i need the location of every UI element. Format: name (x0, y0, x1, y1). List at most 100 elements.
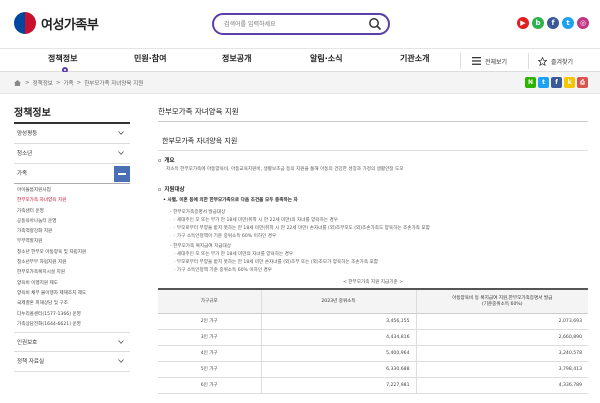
sidebar-item-policy-library[interactable]: 정책 자료실 (14, 352, 130, 373)
table-row: 5인 가구 6,330,688 3,798,413 (158, 361, 588, 378)
sidebar-item-label: 인권보호 (17, 340, 38, 347)
target-line: · 세대주인 모 또는 부가 만 18세 미만의 자녀를 양육하는 경우 (174, 252, 294, 257)
sidebar-subitem[interactable]: 양육비 채무 불이행자 제재조치 제도 (17, 289, 130, 299)
table-cell: 3,240,578 (415, 345, 588, 362)
sidebar-subitem[interactable]: 청소년부부 자립지원 지원 (17, 258, 130, 268)
sidebar-subitem[interactable]: 공동육아나눔터 운영 (17, 217, 130, 227)
breadcrumb-separator: > (55, 80, 61, 86)
main-navigation: 정책정보 민원·참여 정보공개 알림·소식 기관소개 전체보기 즐겨찾기 (0, 48, 600, 73)
search-input[interactable] (224, 18, 364, 30)
sidebar-subitem[interactable]: 양육비 이행지원 제도 (17, 279, 130, 289)
table-cell: 2인 가구 (158, 313, 261, 330)
all-menu-label: 전체보기 (485, 58, 508, 66)
breadcrumb-item[interactable]: 가족 (63, 79, 73, 87)
youtube-icon[interactable]: ▶ (517, 17, 529, 29)
sidebar-subitem[interactable]: 한부모가족 자녀양육 지원 (17, 196, 130, 206)
logo-text: 여성가족부 (41, 17, 99, 33)
share-tools: Nt f k ⎙ (523, 77, 588, 88)
sidebar-item-gender-equality[interactable]: 양성평등 (14, 124, 130, 144)
hamburger-icon (472, 57, 481, 65)
support-criteria-table: 가구규모 2023년 중위소득 아동양육비 등 복지급여 지원,한부모가족증명서… (158, 288, 588, 394)
table-cell: 2,660,890 (415, 329, 588, 346)
breadcrumb: > 정책정보 > 가족 > 한부모가족 자녀양육 지원 (14, 79, 146, 87)
table-cell: 6,330,688 (260, 361, 416, 378)
gnb-policy-info[interactable]: 정책정보 (48, 53, 77, 64)
twitter-share-icon[interactable]: t (538, 77, 549, 88)
sidebar-item-youth[interactable]: 청소년 (14, 144, 130, 164)
sidebar-item-label: 정책 자료실 (17, 359, 45, 366)
blog-icon[interactable]: b (532, 17, 544, 29)
facebook-share-icon[interactable]: f (551, 77, 562, 88)
column-header: 가구규모 (158, 288, 261, 314)
favorites-button[interactable]: 즐겨찾기 (538, 49, 573, 73)
table-row: 6인 가구 7,227,981 4,336,789 (158, 377, 588, 394)
home-icon[interactable] (14, 80, 21, 86)
section-title: 한부모가족 자녀양육 지원 (162, 137, 238, 145)
sidebar-subitem[interactable]: 가족센터 운영 (17, 207, 130, 217)
divider (158, 150, 588, 151)
chevron-down-icon (118, 151, 124, 155)
site-header: 여성가족부 ▶bft◎ (0, 0, 600, 48)
table-row: 2인 가구 3,456,155 2,073,693 (158, 313, 588, 330)
facebook-icon[interactable]: f (547, 17, 559, 29)
target-line: · 부모로부터 부양을 받지 못하는 만 18세 미만 손자녀를 (외)조부 또… (174, 260, 378, 265)
table-cell: 3,798,413 (415, 361, 588, 378)
column-header: 2023년 중위소득 (260, 288, 416, 314)
table-row: 3인 가구 4,434,816 2,660,890 (158, 329, 588, 346)
overview-heading: 개요 (158, 156, 174, 164)
chevron-down-icon (118, 131, 124, 135)
sidebar-subitem[interactable]: 국제결혼 피해상담 및 구조 (17, 299, 130, 309)
sidebar-item-human-rights[interactable]: 인권보호 (14, 332, 130, 353)
sidebar-subitem[interactable]: 한부모가족복지시설 지원 (17, 268, 130, 278)
table-cell: 2,073,693 (415, 313, 588, 330)
overview-text: 저소득 한부모가족에 아동양육비, 아동교육지원비, 생활보조금 등의 지원을 … (166, 167, 404, 172)
gnb-information-disclosure[interactable]: 정보공개 (222, 53, 251, 64)
table-cell: 4,336,789 (415, 377, 588, 394)
table-cell: 4인 가구 (158, 345, 261, 362)
column-header: 아동양육비 등 복지급여 지원,한부모가족증명서 발급 (기준중위소득 60%) (415, 288, 588, 314)
table-cell: 3인 가구 (158, 329, 261, 346)
breadcrumb-separator: > (76, 80, 82, 86)
sidebar-title: 정책정보 (14, 108, 51, 119)
divider (158, 121, 588, 122)
all-menu-button[interactable]: 전체보기 (472, 49, 507, 73)
sidebar-subitem[interactable]: 아이돌봄지원사업 (17, 186, 130, 196)
gnb-about[interactable]: 기관소개 (400, 53, 429, 64)
target-line: · 부모로부터 부양을 받지 못하는 만 18세 미만(취학 시 만 22세 미… (174, 226, 430, 231)
target-intro: • 사별, 이혼 등에 의한 한부모가족으로 다음 조건을 모두 충족하는 자 (163, 198, 298, 203)
social-links: ▶ b f t ◎ (514, 17, 589, 29)
gnb-news[interactable]: 알림·소식 (310, 53, 342, 64)
twitter-icon[interactable]: t (562, 17, 574, 29)
breadcrumb-item[interactable]: 정책정보 (33, 79, 53, 87)
instagram-icon[interactable]: ◎ (577, 17, 589, 29)
sidebar-submenu: 아이돌봄지원사업 한부모가족 자녀양육 지원 가족센터 운영 공동육아나눔터 운영 가족… (14, 184, 130, 332)
site-logo[interactable]: 여성가족부 (14, 12, 99, 34)
target-line: - 한부모가족 복지급여 지급대상 (170, 244, 231, 249)
target-line: · 가구 소득인정액이 기준 중위소득 60% 이하인 경우 (174, 234, 277, 239)
sidebar-item-label: 청소년 (17, 151, 33, 157)
location-bar: > 정책정보 > 가족 > 한부모가족 자녀양육 지원 Nt f k ⎙ (0, 72, 600, 94)
table-caption: < 한부모가족 지원 지급기준 > (342, 280, 404, 285)
sidebar-subitem[interactable]: 가족역량강화 지원 (17, 227, 130, 237)
gnb-civil-participation[interactable]: 민원·참여 (134, 53, 166, 64)
print-icon[interactable]: ⎙ (577, 77, 588, 88)
sidebar-subitem[interactable]: 다누리콜센터(1577-1366) 운영 (17, 310, 130, 320)
search-icon[interactable] (368, 17, 382, 31)
collapse-icon[interactable] (114, 166, 130, 182)
target-line: · 세대주인 모 또는 부가 만 18세 미만(취학 시 만 22세 미만)의 … (174, 218, 338, 223)
sidebar-item-family[interactable]: 가족 (14, 164, 130, 184)
sidebar-subitem[interactable]: 청소년 한부모 아동양육 및 자립지원 (17, 248, 130, 258)
sidebar-item-label: 가족 (17, 171, 28, 177)
kakao-share-icon[interactable]: k (564, 77, 575, 88)
sidebar-subitem[interactable]: 가족상담전화(1644-6621) 운영 (17, 320, 130, 330)
table-cell: 5인 가구 (158, 361, 261, 378)
naver-blog-icon[interactable]: N (525, 77, 536, 88)
breadcrumb-item[interactable]: 한부모가족 자녀양육 지원 (84, 79, 143, 87)
table-cell: 7,227,981 (260, 377, 416, 394)
search-box (212, 13, 390, 35)
divider (528, 49, 529, 73)
target-heading: 지원대상 (158, 185, 184, 193)
sidebar-subitem[interactable]: 부부역할지원 (17, 237, 130, 247)
sidebar-item-label: 양성평등 (17, 131, 38, 137)
table-cell: 5,400,964 (260, 345, 416, 362)
